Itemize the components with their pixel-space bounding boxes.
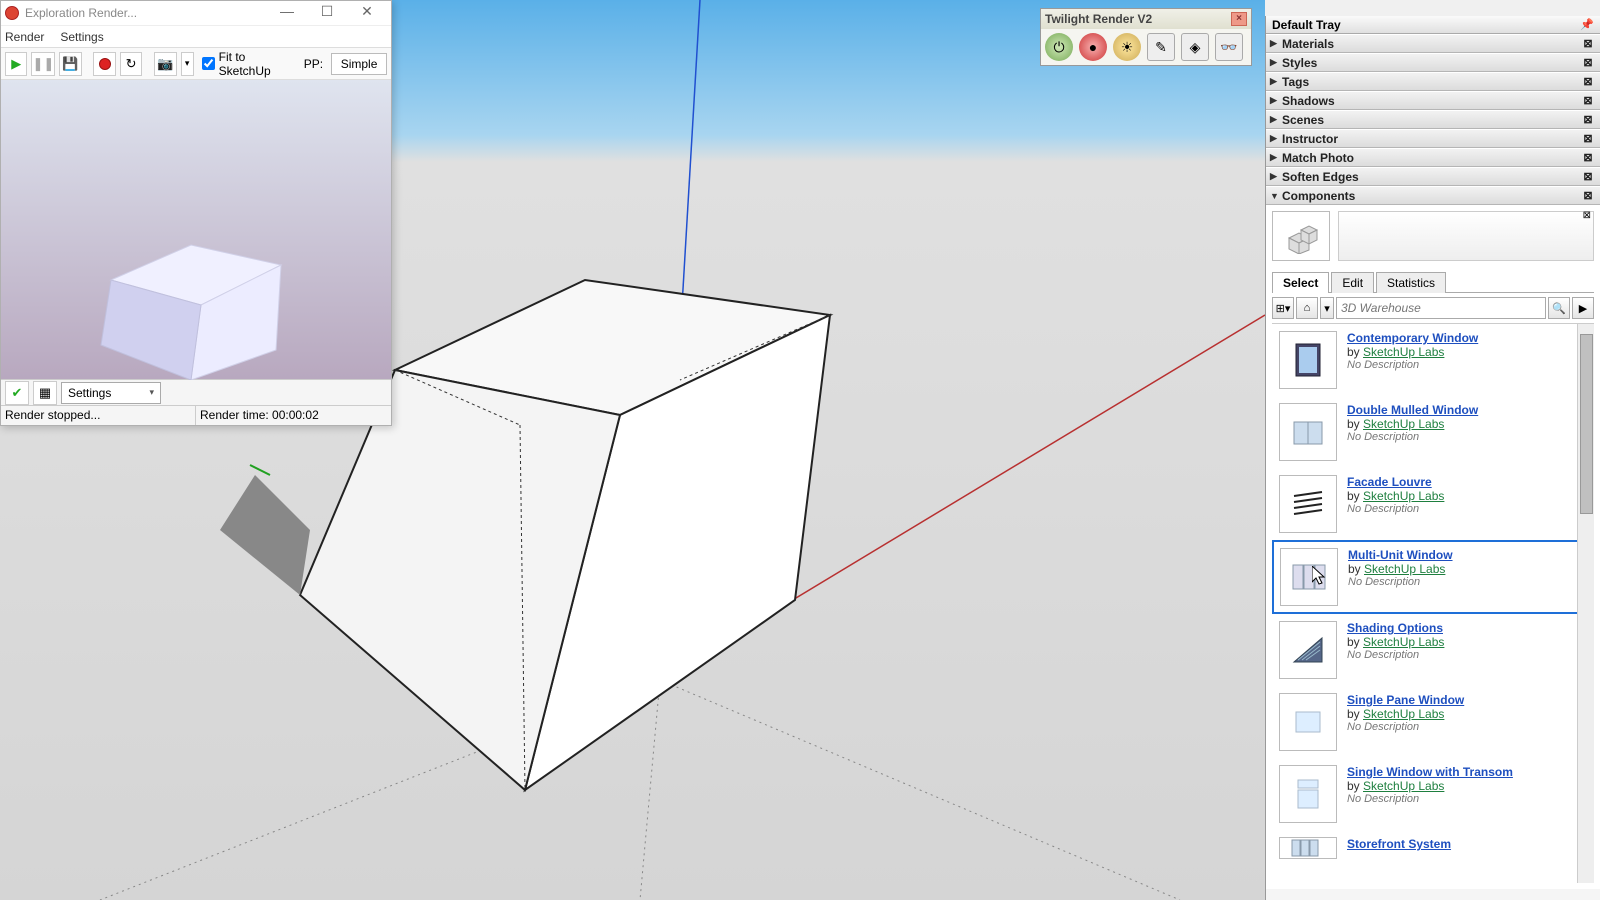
panel-match-photo[interactable]: ▶Match Photo⊠ [1266, 148, 1600, 167]
exploration-title: Exploration Render... [25, 6, 267, 20]
result-title[interactable]: Contemporary Window [1347, 331, 1587, 345]
render-preview[interactable] [1, 79, 391, 379]
result-contemporary-window[interactable]: Contemporary Window by SketchUp Labs No … [1272, 324, 1594, 396]
component-description-box[interactable]: ⊠ [1338, 211, 1594, 261]
expand-icon[interactable]: ⊠ [1583, 210, 1591, 221]
component-results[interactable]: Contemporary Window by SketchUp Labs No … [1272, 323, 1594, 883]
panel-shadows[interactable]: ▶Shadows⊠ [1266, 91, 1600, 110]
twilight-sun-icon[interactable]: ☀ [1113, 33, 1141, 61]
result-thumb [1279, 331, 1337, 389]
fit-label: Fit to SketchUp [219, 50, 294, 78]
component-preview-thumb[interactable] [1272, 211, 1330, 261]
result-storefront-system[interactable]: Storefront System [1272, 830, 1594, 860]
search-input[interactable] [1336, 297, 1546, 319]
result-single-pane-window[interactable]: Single Pane Window by SketchUp Labs No D… [1272, 686, 1594, 758]
grid-button[interactable]: ▦ [33, 381, 57, 405]
panel-instructor[interactable]: ▶Instructor⊠ [1266, 129, 1600, 148]
twilight-binoculars-icon[interactable]: 👓 [1215, 33, 1243, 61]
twilight-title: Twilight Render V2 [1045, 12, 1152, 26]
twilight-edit-icon[interactable]: ✎ [1147, 33, 1175, 61]
pin-icon[interactable]: 📌 [1580, 18, 1594, 31]
panel-styles[interactable]: ▶Styles⊠ [1266, 53, 1600, 72]
stop-button[interactable] [93, 52, 115, 76]
fit-checkbox-input[interactable] [202, 57, 215, 70]
panel-scenes[interactable]: ▶Scenes⊠ [1266, 110, 1600, 129]
camera-dropdown[interactable]: ▾ [181, 52, 194, 76]
save-image-button[interactable]: 💾 [59, 52, 81, 76]
tray-header[interactable]: Default Tray 📌 [1266, 16, 1600, 34]
tray-title: Default Tray [1272, 18, 1341, 32]
settings-dropdown[interactable]: Settings▾ [61, 382, 161, 404]
menu-render[interactable]: Render [5, 30, 44, 44]
result-description: No Description [1347, 359, 1587, 371]
twilight-render-icon[interactable]: ⏻ [1045, 33, 1073, 61]
component-search-row: ⊞▾ ⌂ ▾ 🔍 ▶ [1272, 293, 1594, 323]
panel-components[interactable]: ▼Components⊠ [1266, 186, 1600, 205]
exploration-titlebar[interactable]: Exploration Render... — ☐ ✕ [1, 1, 391, 25]
tab-edit[interactable]: Edit [1331, 272, 1374, 293]
results-scrollbar[interactable] [1577, 324, 1594, 883]
panel-materials[interactable]: ▶Materials⊠ [1266, 34, 1600, 53]
exploration-app-icon [5, 6, 19, 20]
fit-to-sketchup-checkbox[interactable]: Fit to SketchUp [202, 50, 294, 78]
scrollbar-thumb[interactable] [1580, 334, 1593, 514]
twilight-toolbar[interactable]: Twilight Render V2 × ⏻ ● ☀ ✎ ◈ 👓 [1040, 8, 1252, 66]
nav-dropdown[interactable]: ▾ [1320, 297, 1334, 319]
view-mode-button[interactable]: ⊞▾ [1272, 297, 1294, 319]
result-double-mulled-window[interactable]: Double Mulled Window by SketchUp Labs No… [1272, 396, 1594, 468]
pp-select[interactable]: Simple [331, 53, 387, 75]
refresh-button[interactable]: ↻ [120, 52, 142, 76]
menu-settings[interactable]: Settings [60, 30, 103, 44]
exploration-menubar: Render Settings [1, 25, 391, 47]
maximize-button[interactable]: ☐ [307, 3, 347, 23]
twilight-material-icon[interactable]: ◈ [1181, 33, 1209, 61]
twilight-stop-icon[interactable]: ● [1079, 33, 1107, 61]
panel-close-icon[interactable]: ⊠ [1580, 37, 1596, 50]
tab-select[interactable]: Select [1272, 272, 1329, 293]
exploration-render-window: Exploration Render... — ☐ ✕ Render Setti… [0, 0, 392, 426]
pause-button[interactable]: ❚❚ [31, 52, 55, 76]
status-message: Render stopped... [1, 406, 196, 425]
panel-soften-edges[interactable]: ▶Soften Edges⊠ [1266, 167, 1600, 186]
twilight-close-button[interactable]: × [1231, 12, 1247, 26]
twilight-titlebar[interactable]: Twilight Render V2 × [1041, 9, 1251, 29]
components-body: ⊠ Select Edit Statistics ⊞▾ ⌂ ▾ 🔍 ▶ Cont… [1266, 205, 1600, 889]
result-multi-unit-window[interactable]: Multi-Unit Window by SketchUp Labs No De… [1272, 540, 1594, 614]
tab-statistics[interactable]: Statistics [1376, 272, 1446, 293]
render-time: Render time: 00:00:02 [196, 406, 391, 425]
play-button[interactable]: ▶ [5, 52, 27, 76]
apply-button[interactable]: ✔ [5, 381, 29, 405]
minimize-button[interactable]: — [267, 3, 307, 23]
default-tray: Default Tray 📌 ▶Materials⊠ ▶Styles⊠ ▶Tag… [1265, 16, 1600, 900]
home-button[interactable]: ⌂ [1296, 297, 1318, 319]
result-shading-options[interactable]: Shading Options by SketchUp Labs No Desc… [1272, 614, 1594, 686]
component-tabs: Select Edit Statistics [1272, 271, 1594, 293]
result-single-window-transom[interactable]: Single Window with Transom by SketchUp L… [1272, 758, 1594, 830]
forward-button[interactable]: ▶ [1572, 297, 1594, 319]
exploration-statusbar: Render stopped... Render time: 00:00:02 [1, 405, 391, 425]
search-button[interactable]: 🔍 [1548, 297, 1570, 319]
panel-tags[interactable]: ▶Tags⊠ [1266, 72, 1600, 91]
exploration-bottom-toolbar: ✔ ▦ Settings▾ [1, 379, 391, 405]
exploration-toolbar: ▶ ❚❚ 💾 ↻ 📷 ▾ Fit to SketchUp PP: Simple [1, 47, 391, 79]
close-button[interactable]: ✕ [347, 3, 387, 23]
result-facade-louvre[interactable]: Facade Louvre by SketchUp Labs No Descri… [1272, 468, 1594, 540]
camera-button[interactable]: 📷 [154, 52, 176, 76]
result-author[interactable]: SketchUp Labs [1363, 345, 1444, 359]
pp-label: PP: [304, 57, 323, 71]
